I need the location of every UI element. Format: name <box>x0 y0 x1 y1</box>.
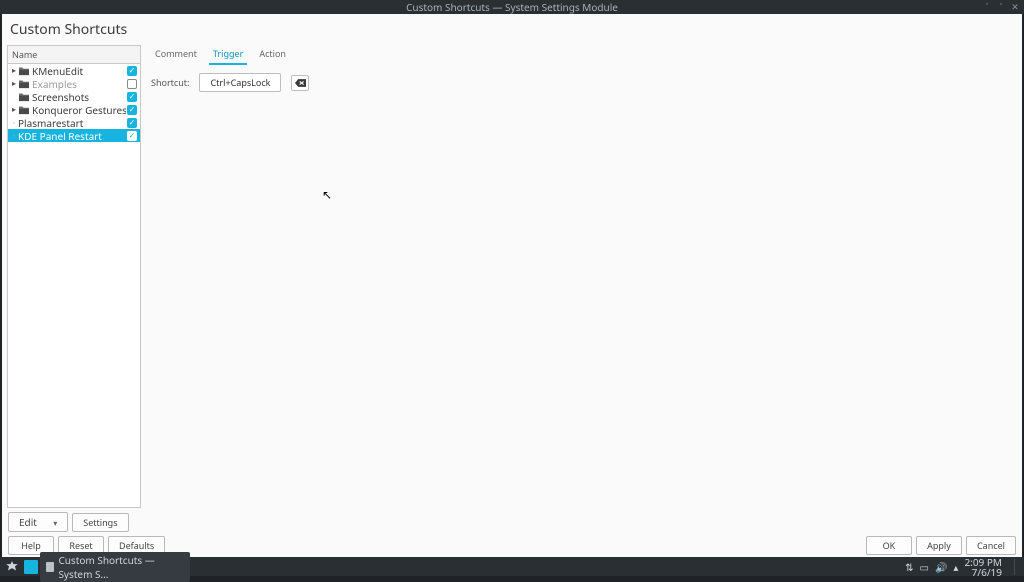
tree-row-label: KDE Panel Restart <box>18 129 126 143</box>
tree-row-checkbox[interactable] <box>126 130 138 142</box>
clipboard-icon[interactable]: ▭ <box>920 560 929 574</box>
edit-button-label: Edit <box>19 515 37 529</box>
tree-row-checkbox[interactable] <box>126 104 138 116</box>
minimize-icon[interactable]: ˅ <box>982 1 992 11</box>
titlebar: Custom Shortcuts — System Settings Modul… <box>0 0 1024 14</box>
folder-icon <box>18 79 30 89</box>
tree-row-checkbox[interactable] <box>126 78 138 90</box>
clock[interactable]: 2:09 PM 7/6/19 <box>964 557 1004 577</box>
tree-row-label: Plasmarestart <box>18 116 126 130</box>
pinned-app-icon[interactable] <box>24 560 38 574</box>
chevron-down-icon: ▾ <box>53 518 57 529</box>
cancel-button[interactable]: Cancel <box>966 536 1016 555</box>
edit-button[interactable]: Edit ▾ <box>8 512 68 532</box>
tree-row[interactable]: ▸ KMenuEdit <box>8 64 140 77</box>
expand-icon[interactable]: ▸ <box>10 78 18 89</box>
tree-row-label: Konqueror Gestures <box>32 103 126 117</box>
tree-row-label: Examples <box>32 77 126 91</box>
volume-icon[interactable]: 🔊 <box>935 560 947 574</box>
tree-row-label: KMenuEdit <box>32 64 126 78</box>
close-icon[interactable]: ✕ <box>1010 1 1020 11</box>
tree-header[interactable]: Name <box>8 46 140 64</box>
expand-icon[interactable]: ▸ <box>10 104 18 115</box>
tab-comment[interactable]: Comment <box>151 45 201 65</box>
tree-row[interactable]: ·Plasmarestart <box>8 116 140 129</box>
taskbar-task[interactable]: Custom Shortcuts — System S… <box>40 552 190 582</box>
tab-action[interactable]: Action <box>255 45 290 65</box>
tree-row[interactable]: Screenshots <box>8 90 140 103</box>
start-menu-button[interactable] <box>4 559 20 575</box>
settings-button[interactable]: Settings <box>72 513 128 532</box>
tabs: Comment Trigger Action <box>151 45 1014 65</box>
shortcut-tree: Name ▸ KMenuEdit ▸ ExamplesScreenshots ▸ Konq… <box>7 45 141 508</box>
mouse-cursor: ↖ <box>322 186 332 203</box>
show-desktop-button[interactable] <box>1014 559 1020 575</box>
tab-trigger[interactable]: Trigger <box>209 45 247 65</box>
expand-icon[interactable]: ▸ <box>10 65 18 76</box>
tree-row-checkbox[interactable] <box>126 91 138 103</box>
task-label: Custom Shortcuts — System S… <box>58 553 184 581</box>
tree-row-checkbox[interactable] <box>126 117 138 129</box>
tree-row-checkbox[interactable] <box>126 65 138 77</box>
network-icon[interactable]: ⇅ <box>905 560 913 574</box>
detail-panel: Comment Trigger Action Shortcut: Ctrl+Caps… <box>143 43 1022 510</box>
folder-icon <box>18 92 30 102</box>
tree-branch-icon: · <box>10 129 18 142</box>
tree-branch-icon: · <box>10 116 18 129</box>
task-app-icon <box>46 562 54 572</box>
folder-icon <box>18 66 30 76</box>
shortcut-display[interactable]: Ctrl+CapsLock <box>199 73 281 92</box>
settings-window: Custom Shortcuts Name ▸ KMenuEdit ▸ Example… <box>2 14 1022 557</box>
ok-button[interactable]: OK <box>866 536 912 555</box>
tree-row[interactable]: ▸ Konqueror Gestures <box>8 103 140 116</box>
taskbar: Custom Shortcuts — System S… ⇅ ▭ 🔊 ▴ 2:0… <box>0 557 1024 576</box>
tray-expand-icon[interactable]: ▴ <box>953 560 958 574</box>
page-title: Custom Shortcuts <box>2 14 1022 43</box>
shortcut-field-row: Shortcut: Ctrl+CapsLock <box>151 73 1014 92</box>
maximize-icon[interactable]: ˄ <box>996 1 1006 11</box>
tree-row[interactable]: ·KDE Panel Restart <box>8 129 140 142</box>
clear-shortcut-button[interactable] <box>291 75 309 91</box>
window-title: Custom Shortcuts — System Settings Modul… <box>406 0 618 14</box>
tree-row-label: Screenshots <box>32 90 126 104</box>
tree-row[interactable]: ▸ Examples <box>8 77 140 90</box>
shortcut-label: Shortcut: <box>151 76 189 89</box>
apply-button[interactable]: Apply <box>916 536 962 555</box>
folder-icon <box>18 105 30 115</box>
